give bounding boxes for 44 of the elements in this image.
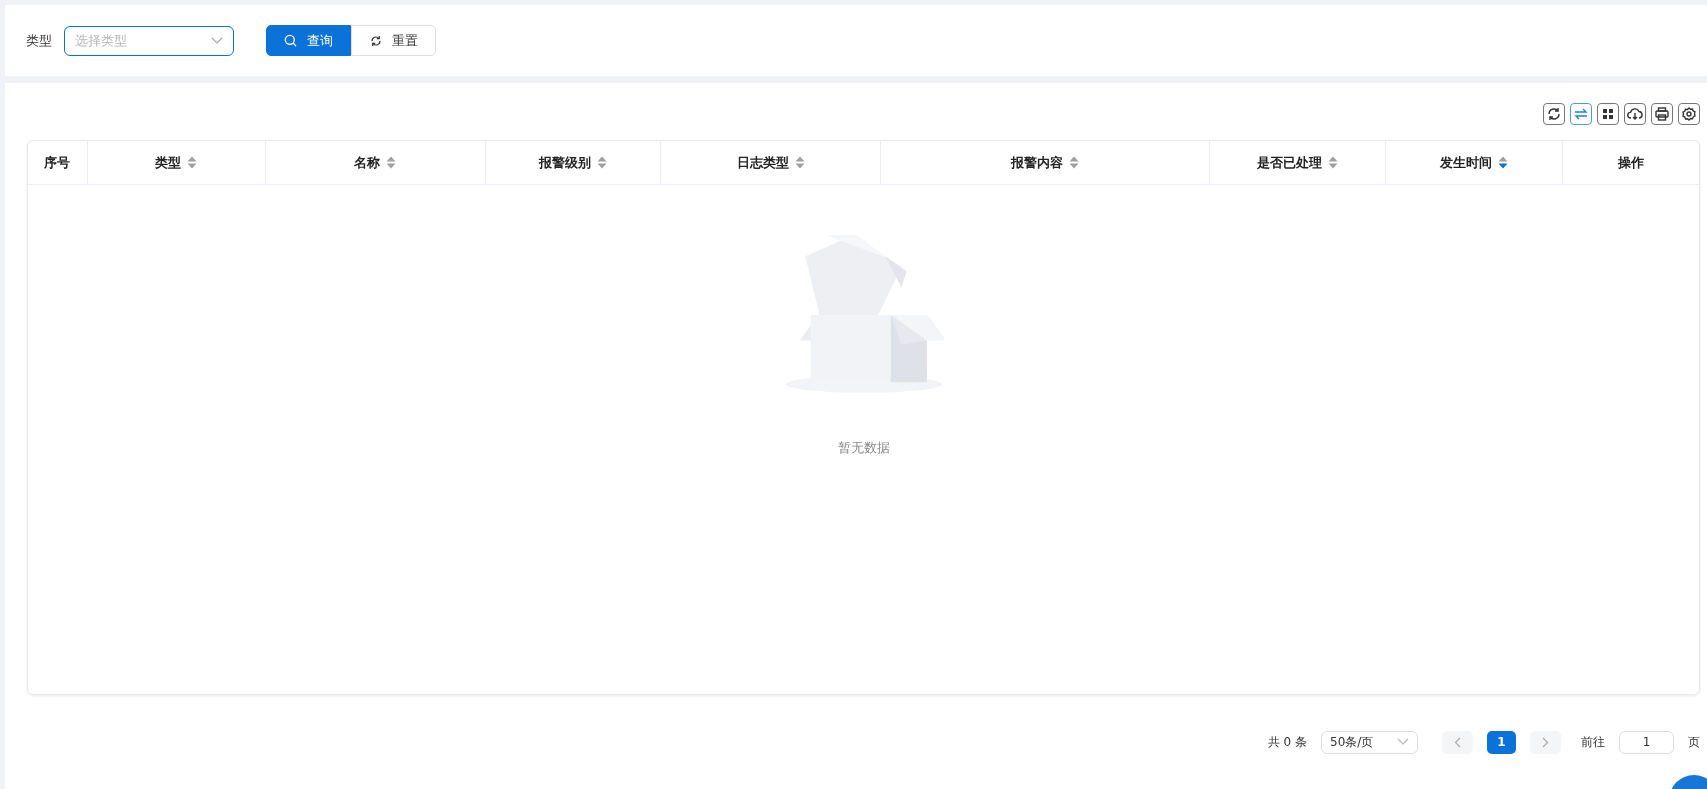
sort-icon[interactable] xyxy=(187,156,198,170)
chevron-down-icon xyxy=(1397,738,1409,747)
sort-icon[interactable] xyxy=(597,156,608,170)
sort-icon[interactable] xyxy=(794,156,805,170)
printer-icon xyxy=(1655,107,1669,121)
sort-icon[interactable] xyxy=(386,156,397,170)
grid-button[interactable] xyxy=(1597,103,1619,125)
goto-label: 前往 xyxy=(1581,733,1605,751)
page-size-select[interactable]: 50条/页 xyxy=(1321,730,1418,754)
empty-text: 暂无数据 xyxy=(837,439,890,458)
column-header[interactable]: 日志类型 xyxy=(661,141,881,185)
search-button[interactable]: 查询 xyxy=(266,25,351,56)
settings-icon xyxy=(1682,107,1696,121)
sort-icon[interactable] xyxy=(1327,156,1338,170)
total-count: 共 0 条 xyxy=(1267,733,1307,751)
swap-button[interactable] xyxy=(1570,103,1592,125)
swap-icon xyxy=(1574,107,1588,121)
chevron-left-icon xyxy=(1454,736,1461,748)
download-button[interactable] xyxy=(1624,103,1646,125)
refresh-icon xyxy=(1547,107,1561,121)
column-header[interactable]: 名称 xyxy=(265,141,487,185)
sort-icon[interactable] xyxy=(1068,156,1079,170)
filter-label: 类型 xyxy=(26,31,52,50)
cloud-download-icon xyxy=(1627,107,1643,121)
chevron-right-icon xyxy=(1542,736,1549,748)
print-button[interactable] xyxy=(1651,103,1673,125)
refresh-icon xyxy=(369,34,382,47)
column-header[interactable]: 是否已处理 xyxy=(1209,141,1386,185)
column-header[interactable]: 报警级别 xyxy=(486,141,662,185)
grid-icon xyxy=(1602,108,1614,120)
page-suffix: 页 xyxy=(1688,733,1700,751)
page-input[interactable]: 1 xyxy=(1619,730,1674,754)
column-header[interactable]: 发生时间 xyxy=(1385,141,1563,185)
settings-button[interactable] xyxy=(1678,103,1700,125)
sort-icon[interactable] xyxy=(1497,156,1508,170)
column-header[interactable]: 类型 xyxy=(87,141,266,185)
column-header[interactable]: 序号 xyxy=(28,141,88,185)
page-button[interactable]: 1 xyxy=(1487,730,1516,754)
chevron-down-icon xyxy=(211,36,223,45)
column-header[interactable]: 操作 xyxy=(1562,141,1699,185)
search-icon xyxy=(284,34,297,47)
column-header[interactable]: 报警内容 xyxy=(880,141,1210,185)
refresh-button[interactable] xyxy=(1543,103,1565,125)
reset-button[interactable]: 重置 xyxy=(351,25,436,56)
